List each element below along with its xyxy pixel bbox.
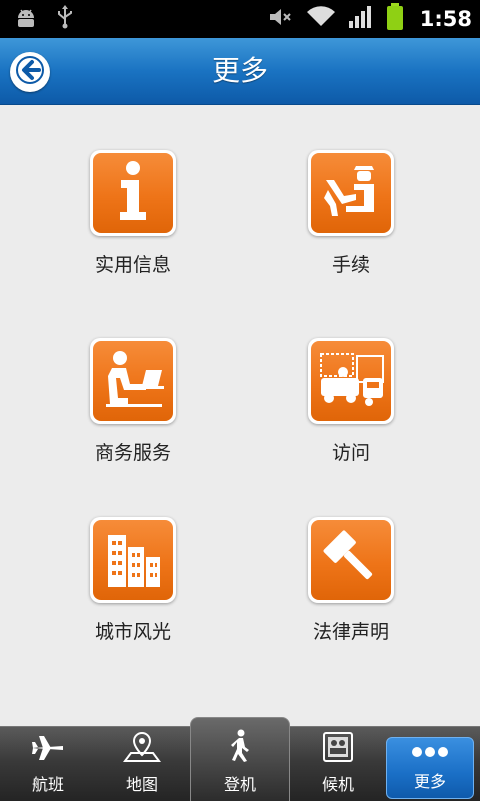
menu-tile[interactable] bbox=[308, 338, 394, 424]
menu-label: 访问 bbox=[331, 442, 370, 464]
menu-item-access[interactable]: 访问 bbox=[261, 338, 441, 465]
tab-more[interactable]: 更多 bbox=[386, 737, 474, 799]
city-buildings-icon bbox=[102, 527, 164, 593]
menu-item-check-in[interactable]: 手续 bbox=[261, 150, 441, 277]
map-pin-icon bbox=[123, 731, 161, 767]
menu-label: 商务服务 bbox=[94, 442, 171, 464]
business-laptop-icon bbox=[100, 348, 166, 414]
menu-label: 城市风光 bbox=[94, 621, 171, 643]
tab-label: 登机 bbox=[223, 775, 256, 794]
mute-icon bbox=[268, 6, 294, 32]
tab-map[interactable]: 地图 bbox=[94, 727, 190, 801]
tab-label: 地图 bbox=[125, 775, 158, 794]
menu-label: 实用信息 bbox=[94, 254, 171, 276]
menu-label: 法律声明 bbox=[312, 621, 389, 643]
back-arrow-icon bbox=[15, 55, 45, 89]
usb-icon bbox=[56, 5, 74, 33]
bottom-tab-bar: 航班 地图 登机 候机 更多 bbox=[0, 717, 480, 801]
menu-tile[interactable] bbox=[90, 517, 176, 603]
page-title: 更多 bbox=[211, 54, 268, 87]
airplane-icon bbox=[31, 733, 65, 767]
waiting-lounge-icon bbox=[322, 731, 354, 767]
tab-flights[interactable]: 航班 bbox=[0, 727, 96, 801]
status-bar: 1:58 bbox=[0, 0, 480, 38]
menu-item-business-services[interactable]: 商务服务 bbox=[43, 338, 223, 465]
legal-gavel-icon bbox=[320, 527, 382, 593]
access-vehicles-icon bbox=[317, 348, 385, 414]
tab-label: 候机 bbox=[321, 775, 354, 794]
menu-tile[interactable] bbox=[308, 150, 394, 236]
check-in-icon bbox=[320, 160, 382, 226]
signal-icon bbox=[348, 5, 374, 33]
title-bar: 更多 bbox=[0, 38, 480, 105]
more-dots-icon bbox=[410, 744, 450, 764]
wifi-icon bbox=[306, 6, 336, 32]
menu-label: 手续 bbox=[331, 254, 370, 276]
android-debug-icon bbox=[14, 6, 38, 32]
info-icon bbox=[104, 160, 162, 226]
menu-tile[interactable] bbox=[90, 338, 176, 424]
menu-item-legal-notice[interactable]: 法律声明 bbox=[261, 517, 441, 644]
battery-icon bbox=[386, 3, 404, 35]
tab-label: 航班 bbox=[31, 775, 64, 794]
walking-person-icon bbox=[227, 729, 253, 767]
menu-item-practical-info[interactable]: 实用信息 bbox=[43, 150, 223, 277]
menu-item-city-views[interactable]: 城市风光 bbox=[43, 517, 223, 644]
tab-label: 更多 bbox=[413, 772, 446, 791]
back-button[interactable] bbox=[10, 52, 50, 92]
tab-boarding[interactable]: 登机 bbox=[190, 717, 290, 801]
status-time: 1:58 bbox=[419, 7, 472, 31]
menu-tile[interactable] bbox=[90, 150, 176, 236]
menu-tile[interactable] bbox=[308, 517, 394, 603]
tab-waiting[interactable]: 候机 bbox=[290, 727, 386, 801]
